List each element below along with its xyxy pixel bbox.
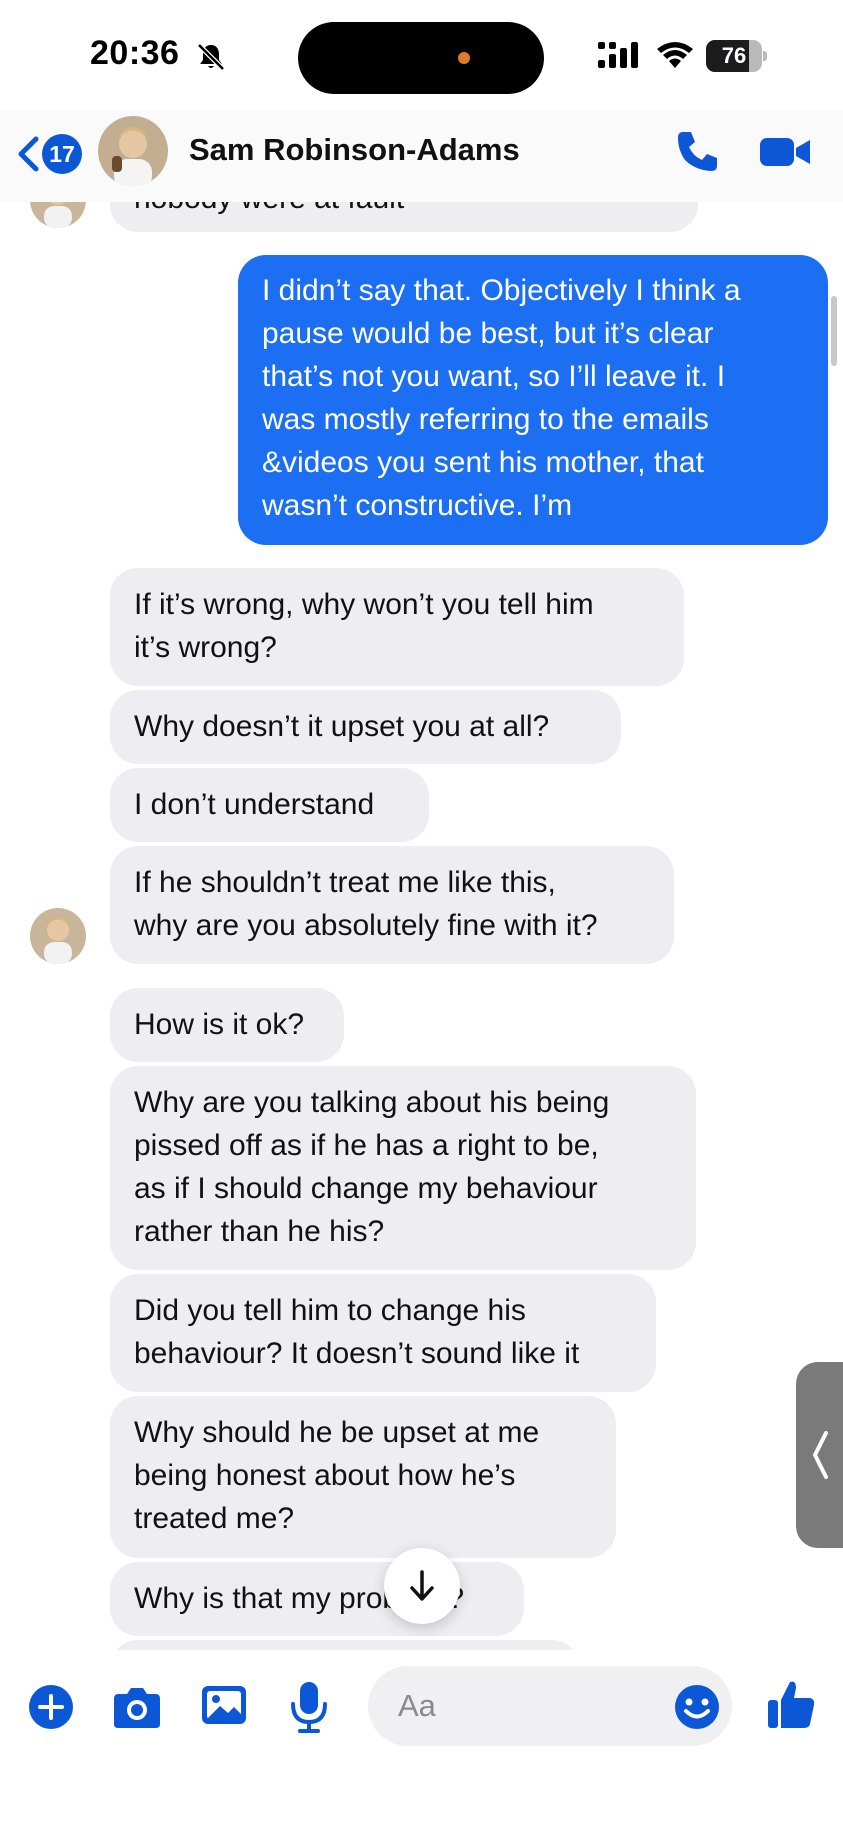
status-time: 20:36: [90, 34, 180, 72]
message-line: Why are you talking about his being: [134, 1086, 610, 1119]
scroll-indicator[interactable]: [831, 296, 837, 366]
camera-icon[interactable]: [112, 1684, 162, 1730]
contact-avatar[interactable]: [98, 116, 168, 186]
message-line: behaviour? It doesn’t sound like it: [134, 1337, 580, 1370]
message-input-placeholder: Aa: [398, 1688, 436, 1723]
battery-icon: 76: [706, 40, 768, 72]
message-line: pause would be best, but it’s clear: [262, 317, 714, 350]
message-bubble[interactable]: [110, 1640, 580, 1650]
message-bubble[interactable]: Why doesn’t it upset you at all?: [110, 690, 621, 764]
status-bar: 20:36 76: [0, 0, 843, 110]
battery-percentage: 76: [721, 43, 747, 68]
side-panel-handle[interactable]: [796, 1362, 843, 1548]
message-line: why are you absolutely fine with it?: [134, 909, 598, 942]
message-line: Did you tell him to change his: [134, 1294, 526, 1327]
message-line: Why should he be upset at me: [134, 1416, 540, 1449]
conversation-header: 17 Sam Robinson-Adams: [0, 110, 843, 202]
message-line: If it’s wrong, why won’t you tell him: [134, 588, 594, 621]
message-line: I don’t understand: [134, 788, 375, 821]
message-bubble[interactable]: How is it ok?: [110, 988, 344, 1062]
message-bubble[interactable]: Why should he be upset at me being hones…: [110, 1396, 616, 1558]
message-line: I didn’t say that. Objectively I think a: [262, 274, 741, 307]
message-line: If he shouldn’t treat me like this,: [134, 866, 556, 899]
message-thread[interactable]: nobody were at fault I didn’t say that. …: [0, 202, 843, 1650]
message-line: rather than he his?: [134, 1215, 385, 1248]
phone-icon[interactable]: [675, 128, 721, 174]
message-bubble[interactable]: Why is that my problem?: [110, 1562, 524, 1636]
photo-icon[interactable]: [200, 1682, 248, 1728]
message-line: wasn’t constructive. I’m: [262, 489, 573, 522]
message-composer: Aa: [0, 1650, 843, 1827]
contact-avatar[interactable]: [30, 202, 86, 228]
message-line: being honest about how he’s: [134, 1459, 516, 1492]
contact-avatar[interactable]: [30, 908, 86, 964]
message-input[interactable]: Aa: [368, 1666, 732, 1746]
unread-count-badge: 17: [42, 134, 82, 174]
message-text: nobody were at fault: [134, 202, 674, 220]
dynamic-island: [298, 22, 544, 94]
message-bubble[interactable]: Why are you talking about his being piss…: [110, 1066, 696, 1270]
message-line: How is it ok?: [134, 1008, 305, 1041]
plus-icon[interactable]: [28, 1684, 74, 1730]
back-button[interactable]: 17: [16, 130, 86, 180]
message-bubble-outgoing[interactable]: I didn’t say that. Objectively I think a…: [238, 255, 828, 545]
message-line: as if I should change my behaviour: [134, 1172, 598, 1205]
scroll-to-bottom-button[interactable]: [384, 1548, 460, 1624]
contact-name[interactable]: Sam Robinson-Adams: [189, 132, 520, 168]
cellular-signal-icon: [598, 42, 638, 68]
message-line: &videos you sent his mother, that: [262, 446, 704, 479]
message-line: that’s not you want, so I’ll leave it. I: [262, 360, 726, 393]
camera-indicator-dot: [458, 52, 470, 64]
message-line: treated me?: [134, 1502, 295, 1535]
emoji-icon[interactable]: [674, 1684, 720, 1730]
microphone-icon[interactable]: [288, 1680, 330, 1734]
message-line: pissed off as if he has a right to be,: [134, 1129, 599, 1162]
message-line: was mostly referring to the emails: [262, 403, 709, 436]
message-bubble[interactable]: nobody were at fault: [110, 202, 698, 232]
arrow-down-icon: [410, 1570, 434, 1601]
message-bubble[interactable]: If he shouldn’t treat me like this, why …: [110, 846, 674, 964]
message-bubble[interactable]: I don’t understand: [110, 768, 429, 842]
wifi-icon: [657, 42, 693, 68]
message-bubble[interactable]: If it’s wrong, why won’t you tell him it…: [110, 568, 684, 686]
message-line: Why doesn’t it upset you at all?: [134, 710, 550, 743]
message-line: it’s wrong?: [134, 631, 277, 664]
bell-slash-icon: [197, 43, 225, 71]
chevron-left-icon: [812, 1431, 828, 1479]
chevron-left-icon: [18, 136, 39, 172]
thumbs-up-icon[interactable]: [766, 1678, 816, 1730]
video-camera-icon[interactable]: [758, 134, 812, 170]
message-bubble[interactable]: Did you tell him to change his behaviour…: [110, 1274, 656, 1392]
